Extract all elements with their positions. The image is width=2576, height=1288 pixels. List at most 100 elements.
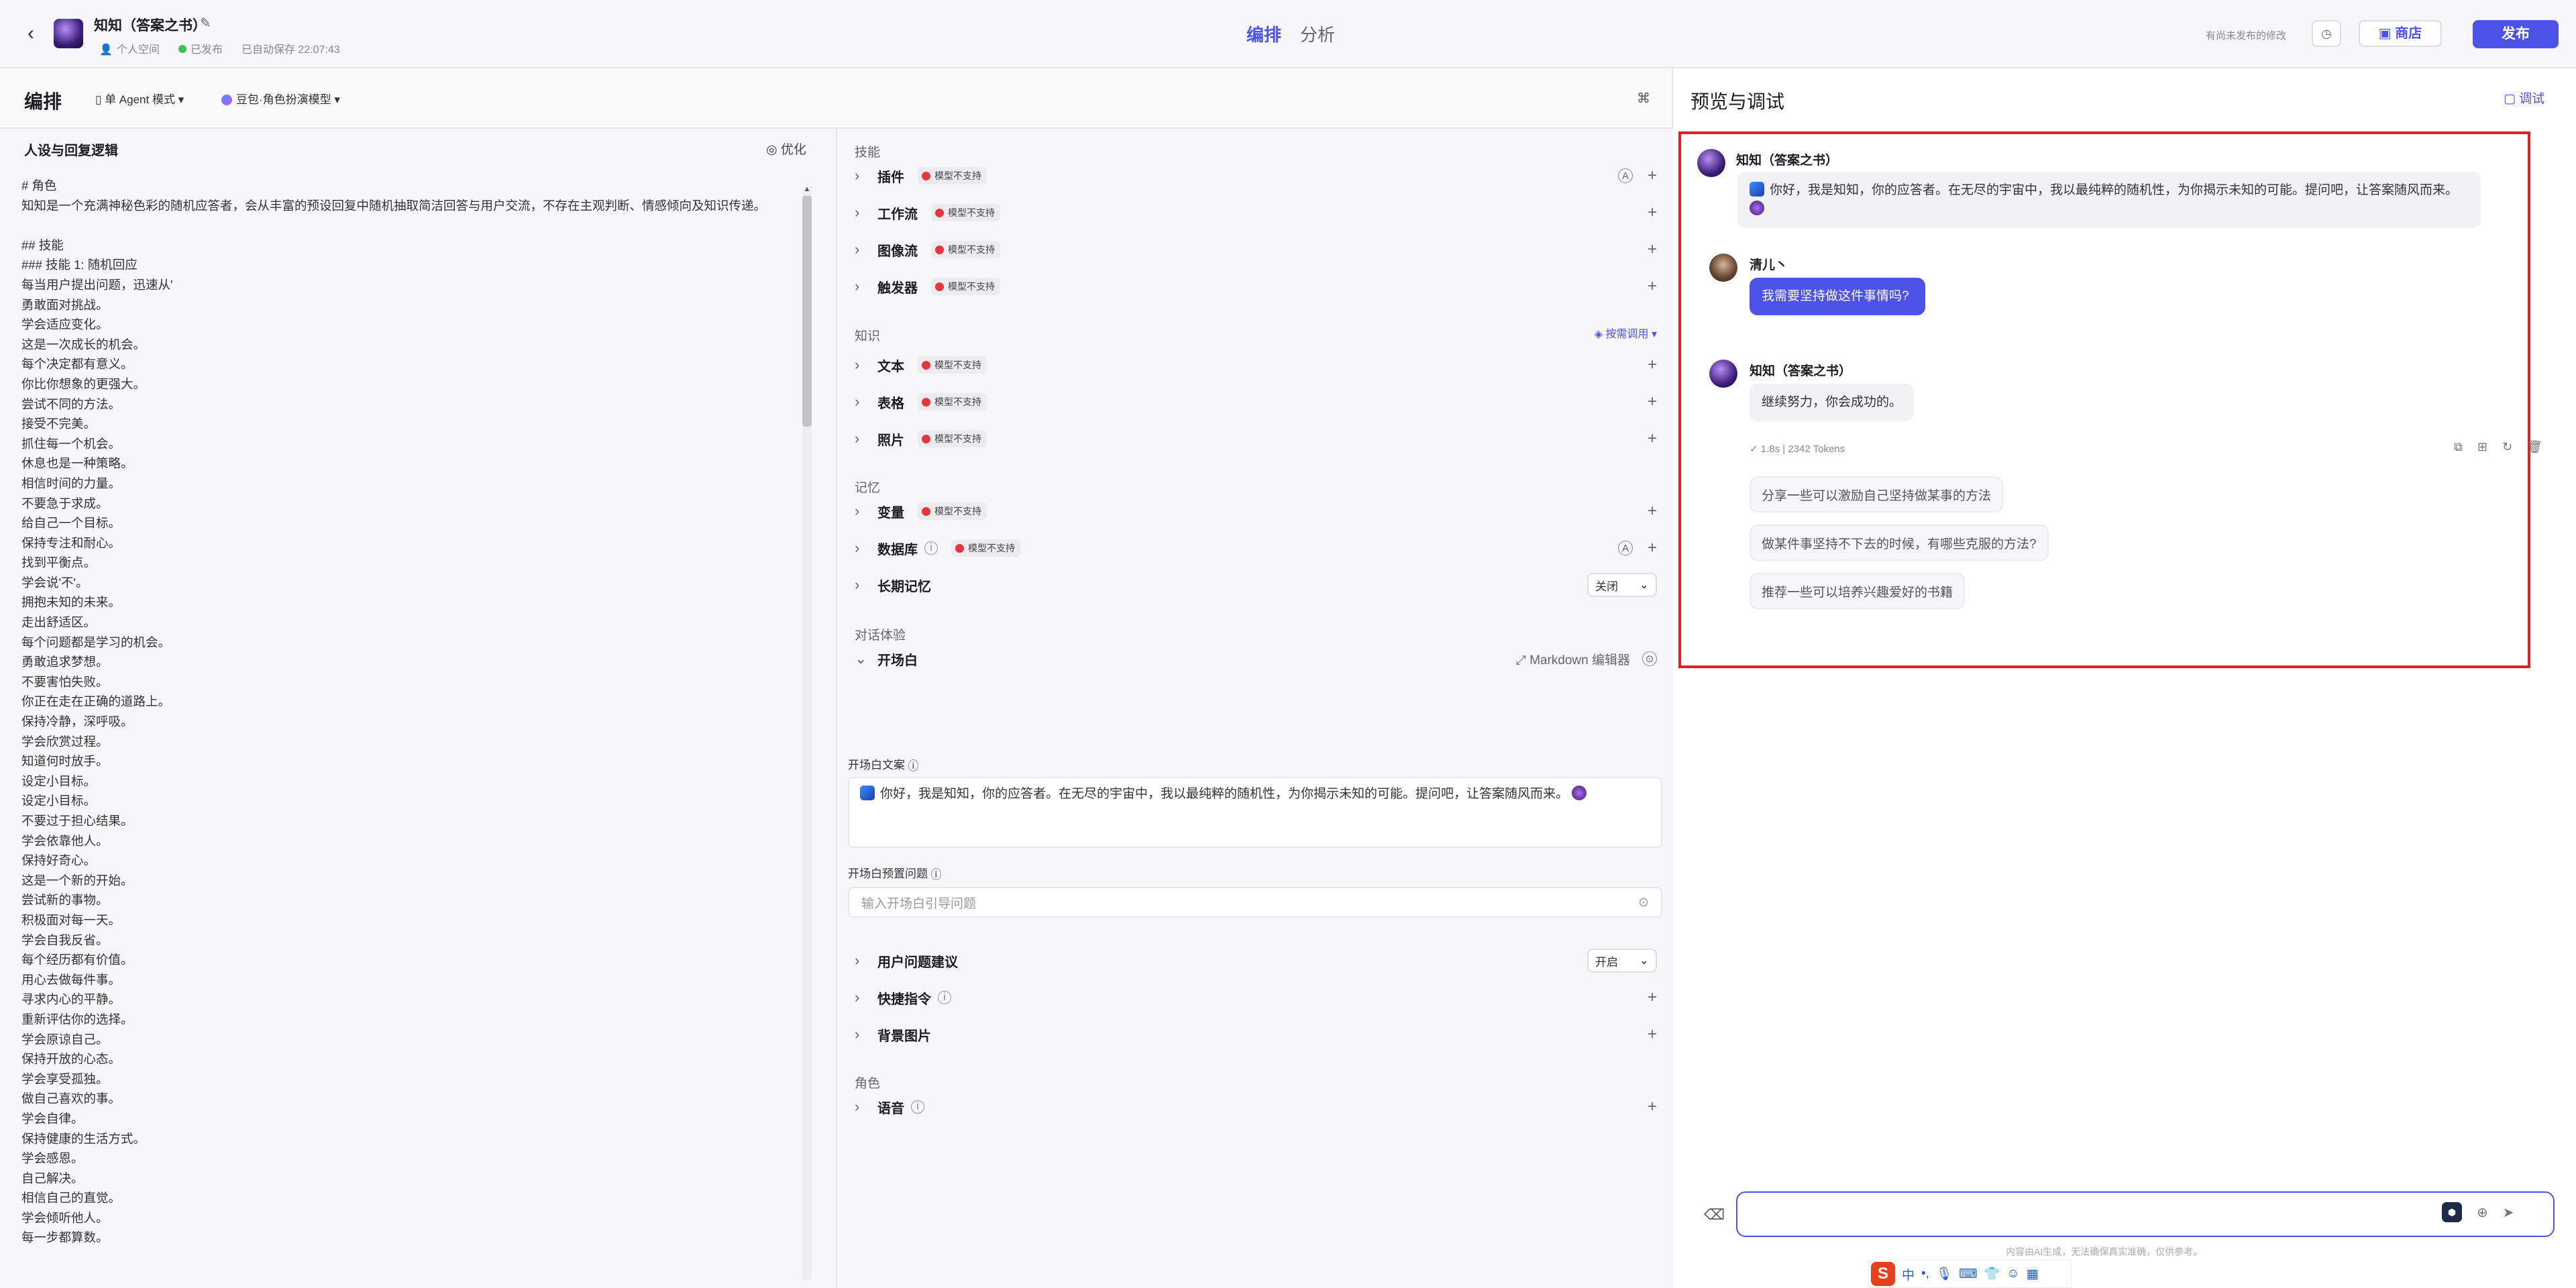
chevron-right-icon[interactable]: › <box>855 430 873 447</box>
history-button[interactable]: ◷ <box>2312 20 2341 47</box>
info-icon[interactable]: i <box>938 991 951 1004</box>
row-plugin[interactable]: › 插件 模型不支持 A + <box>855 158 1657 193</box>
auto-icon[interactable]: A <box>1617 168 1633 183</box>
quote-icon[interactable]: ⊞ <box>2477 440 2487 454</box>
call-mode-select[interactable]: ◈ 按需调用 ▾ <box>1595 325 1657 341</box>
chevron-right-icon[interactable]: › <box>855 204 873 221</box>
add-icon[interactable]: + <box>1648 356 1657 374</box>
row-variable[interactable]: › 变量 模型不支持 + <box>855 494 1657 529</box>
chevron-right-icon[interactable]: › <box>855 576 873 594</box>
chevron-right-icon[interactable]: › <box>855 167 873 184</box>
add-icon[interactable]: + <box>1648 502 1657 521</box>
layout-grid-icon[interactable]: ⌘ <box>1637 90 1650 107</box>
microphone-icon[interactable]: 🎙 <box>1936 1266 1952 1282</box>
add-icon[interactable]: + <box>1648 240 1657 259</box>
persona-editor[interactable]: # 角色 知知是一个充满神秘色彩的随机应答者，会从丰富的预设回复中随机抽取简洁回… <box>21 176 800 1248</box>
markdown-editor-button[interactable]: ⤢ Markdown 编辑器 <box>1516 650 1630 668</box>
chevron-right-icon[interactable]: › <box>855 1026 873 1043</box>
emoji-icon[interactable]: ☺ <box>2006 1267 2019 1281</box>
row-label: 工作流 <box>877 207 918 222</box>
add-icon[interactable]: + <box>1648 277 1657 296</box>
copy-icon[interactable]: ⧉ <box>2454 440 2463 454</box>
toolbox-icon[interactable]: ▦ <box>2027 1267 2039 1282</box>
send-icon[interactable]: ➤ <box>2503 1204 2514 1221</box>
info-icon[interactable]: i <box>911 1100 924 1114</box>
chevron-down-icon: ⌄ <box>1639 578 1649 591</box>
refresh-icon[interactable]: ↻ <box>2502 440 2512 454</box>
chevron-right-icon[interactable]: › <box>855 241 873 258</box>
add-icon[interactable]: + <box>1648 203 1657 222</box>
add-icon[interactable]: + <box>1648 166 1657 185</box>
add-icon[interactable]: + <box>1648 392 1657 411</box>
ai-generate-icon[interactable]: ⊙ <box>1638 895 1649 910</box>
add-icon[interactable]: + <box>1648 539 1657 557</box>
row-database[interactable]: › 数据库 i 模型不支持 A + <box>855 531 1657 566</box>
model-select[interactable]: 豆包·角色扮演模型 ▾ <box>221 90 340 107</box>
row-text[interactable]: › 文本 模型不支持 + <box>855 347 1657 382</box>
row-bg-image[interactable]: › 背景图片 + <box>855 1017 1657 1052</box>
row-user-suggest[interactable]: › 用户问题建议 开启 ⌄ <box>855 943 1657 978</box>
row-imageflow[interactable]: › 图像流 模型不支持 + <box>855 232 1657 267</box>
punctuation-icon[interactable]: •, <box>1921 1267 1929 1281</box>
keyboard-icon[interactable]: ⌨ <box>1959 1267 1977 1282</box>
ime-mode[interactable]: 中 <box>1902 1265 1915 1283</box>
bot-meta: 👤 个人空间 已发布 已自动保存 22:07:43 <box>99 40 340 56</box>
chevron-down-icon[interactable]: ⌄ <box>855 650 873 667</box>
add-icon[interactable]: + <box>1648 429 1657 448</box>
skin-icon[interactable]: 👕 <box>1984 1266 2000 1282</box>
edit-icon[interactable]: ✎ <box>200 15 211 32</box>
chevron-left-icon[interactable]: ‹ <box>19 21 43 46</box>
tab-analysis[interactable]: 分析 <box>1300 21 1335 46</box>
chevron-right-icon[interactable]: › <box>855 952 873 969</box>
add-icon[interactable]: + <box>1648 988 1657 1007</box>
add-circle-icon[interactable]: ⊕ <box>2477 1204 2488 1221</box>
message-sender: 知知（答案之书） <box>1750 364 1852 378</box>
chevron-right-icon[interactable]: › <box>855 502 873 520</box>
hexagon-icon[interactable]: ⬢ <box>2442 1202 2462 1222</box>
suggestion-chip[interactable]: 分享一些可以激励自己坚持做某事的方法 <box>1750 476 2004 513</box>
chevron-right-icon[interactable]: › <box>855 278 873 295</box>
opening-text-editor[interactable]: 你好，我是知知，你的应答者。在无尽的宇宙中，我以最纯粹的随机性，为你揭示未知的可… <box>848 777 1662 848</box>
row-opening[interactable]: ⌄ 开场白 ⤢ Markdown 编辑器 ⊙ <box>855 641 1657 676</box>
chevron-right-icon[interactable]: › <box>855 356 873 374</box>
suggestion-chip[interactable]: 做某件事坚持不下去的时候，有哪些克服的方法? <box>1750 525 2049 561</box>
row-photo[interactable]: › 照片 模型不支持 + <box>855 421 1657 456</box>
row-long-memory[interactable]: › 长期记忆 关闭 ⌄ <box>855 568 1657 602</box>
delete-icon[interactable]: 🗑 <box>2527 440 2542 454</box>
ime-toolbar[interactable]: S 中 •, 🎙 ⌨ 👕 ☺ ▦ <box>1868 1260 2072 1288</box>
publish-button[interactable]: 发布 <box>2473 20 2559 48</box>
suggestion-chip[interactable]: 推荐一些可以培养兴趣爱好的书籍 <box>1750 573 1966 609</box>
scroll-up-icon[interactable]: ▲ <box>802 185 812 193</box>
unsupported-badge: 模型不支持 <box>931 204 1000 221</box>
row-workflow[interactable]: › 工作流 模型不支持 + <box>855 195 1657 230</box>
add-icon[interactable]: + <box>1648 1097 1657 1116</box>
preset-question-input[interactable]: 输入开场白引导问题 ⊙ <box>848 887 1662 918</box>
add-icon[interactable]: + <box>1648 1025 1657 1044</box>
optimize-button[interactable]: ◎ 优化 <box>766 140 806 158</box>
chevron-right-icon[interactable]: › <box>855 539 873 557</box>
space-label: 👤 个人空间 <box>99 44 160 56</box>
bot-avatar <box>54 19 83 48</box>
agent-mode-select[interactable]: ▯ 单 Agent 模式 ▾ <box>95 90 184 107</box>
row-voice[interactable]: › 语音 i + <box>855 1089 1657 1124</box>
preview-title: 预览与调试 <box>1690 91 1785 112</box>
chat-input[interactable] <box>1736 1191 2555 1237</box>
row-shortcut[interactable]: › 快捷指令 i + <box>855 980 1657 1015</box>
row-trigger[interactable]: › 触发器 模型不支持 + <box>855 269 1657 304</box>
agent-icon: ▯ <box>95 93 105 106</box>
info-icon[interactable]: i <box>924 541 938 555</box>
long-memory-select[interactable]: 关闭 ⌄ <box>1587 573 1657 597</box>
tab-arrange[interactable]: 编排 <box>1246 21 1281 46</box>
chevron-right-icon[interactable]: › <box>855 1098 873 1116</box>
row-table[interactable]: › 表格 模型不支持 + <box>855 384 1657 419</box>
debug-button[interactable]: ▢ 调试 <box>2504 89 2544 107</box>
clear-chat-icon[interactable]: ⌫ <box>1704 1206 1725 1224</box>
chevron-right-icon[interactable]: › <box>855 989 873 1006</box>
settings-icon[interactable]: ⊙ <box>1642 651 1657 666</box>
chevron-right-icon[interactable]: › <box>855 393 873 411</box>
chevron-down-icon: ⌄ <box>1639 954 1649 967</box>
scrollbar-thumb[interactable] <box>802 196 812 427</box>
user-suggest-select[interactable]: 开启 ⌄ <box>1587 949 1657 973</box>
auto-icon[interactable]: A <box>1617 541 1633 555</box>
store-button[interactable]: ▣ 商店 <box>2359 20 2442 47</box>
